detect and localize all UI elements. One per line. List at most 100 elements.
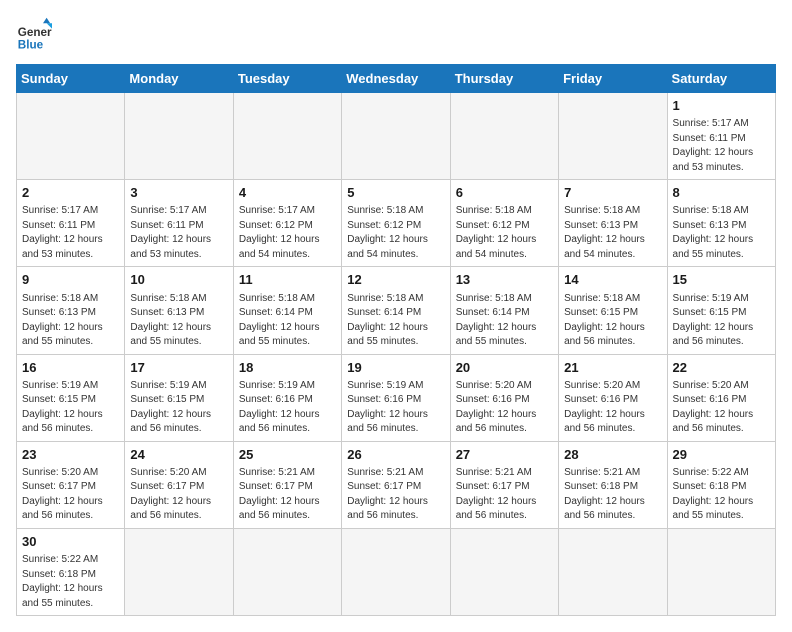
day-number: 1: [673, 97, 770, 115]
day-info: Sunrise: 5:19 AMSunset: 6:15 PMDaylight:…: [130, 379, 227, 437]
day-of-week-header: Monday: [125, 65, 233, 93]
calendar-day-cell: 1 Sunrise: 5:17 AMSunset: 6:11 PMDaylight…: [667, 93, 775, 180]
day-number: 14: [564, 271, 661, 289]
day-info: Sunrise: 5:22 AMSunset: 6:18 PMDaylight:…: [22, 553, 119, 611]
day-info: Sunrise: 5:21 AMSunset: 6:17 PMDaylight:…: [347, 466, 444, 524]
calendar-day-cell: 17 Sunrise: 5:19 AMSunset: 6:15 PMDayligh…: [125, 354, 233, 441]
calendar-day-cell: 11Sunrise: 5:18 AMSunset: 6:14 PMDayligh…: [233, 267, 341, 354]
calendar-week-row: 9 Sunrise: 5:18 AMSunset: 6:13 PMDaylight…: [17, 267, 776, 354]
day-info: Sunrise: 5:18 AMSunset: 6:15 PMDaylight:…: [564, 292, 661, 350]
svg-text:Blue: Blue: [18, 38, 44, 51]
day-info: Sunrise: 5:19 AMSunset: 6:15 PMDaylight:…: [673, 292, 770, 350]
day-of-week-header: Sunday: [17, 65, 125, 93]
calendar-day-cell: [342, 93, 450, 180]
day-of-week-header: Tuesday: [233, 65, 341, 93]
calendar-day-cell: 30 Sunrise: 5:22 AMSunset: 6:18 PMDayligh…: [17, 528, 125, 615]
day-info: Sunrise: 5:20 AMSunset: 6:17 PMDaylight:…: [130, 466, 227, 524]
calendar-day-cell: [125, 93, 233, 180]
calendar-day-cell: 5 Sunrise: 5:18 AMSunset: 6:12 PMDaylight…: [342, 180, 450, 267]
day-info: Sunrise: 5:20 AMSunset: 6:16 PMDaylight:…: [564, 379, 661, 437]
day-number: 8: [673, 184, 770, 202]
day-number: 27: [456, 446, 553, 464]
day-number: 18: [239, 359, 336, 377]
day-number: 5: [347, 184, 444, 202]
calendar-week-row: 2Sunrise: 5:17 AMSunset: 6:11 PMDaylight…: [17, 180, 776, 267]
calendar-day-cell: [559, 93, 667, 180]
day-info: Sunrise: 5:18 AMSunset: 6:13 PMDaylight:…: [22, 292, 119, 350]
calendar-day-cell: 29 Sunrise: 5:22 AMSunset: 6:18 PMDayligh…: [667, 441, 775, 528]
day-number: 24: [130, 446, 227, 464]
calendar-day-cell: [667, 528, 775, 615]
day-info: Sunrise: 5:19 AMSunset: 6:16 PMDaylight:…: [239, 379, 336, 437]
day-info: Sunrise: 5:18 AMSunset: 6:12 PMDaylight:…: [456, 204, 553, 262]
day-info: Sunrise: 5:18 AMSunset: 6:13 PMDaylight:…: [564, 204, 661, 262]
day-number: 10: [130, 271, 227, 289]
calendar-day-cell: 6Sunrise: 5:18 AMSunset: 6:12 PMDaylight…: [450, 180, 558, 267]
day-number: 29: [673, 446, 770, 464]
day-number: 23: [22, 446, 119, 464]
day-info: Sunrise: 5:18 AMSunset: 6:13 PMDaylight:…: [673, 204, 770, 262]
calendar-day-cell: 24 Sunrise: 5:20 AMSunset: 6:17 PMDayligh…: [125, 441, 233, 528]
logo: General Blue: [16, 16, 52, 52]
calendar-day-cell: 20 Sunrise: 5:20 AMSunset: 6:16 PMDayligh…: [450, 354, 558, 441]
day-info: Sunrise: 5:18 AMSunset: 6:14 PMDaylight:…: [456, 292, 553, 350]
day-number: 28: [564, 446, 661, 464]
day-info: Sunrise: 5:19 AMSunset: 6:15 PMDaylight:…: [22, 379, 119, 437]
day-info: Sunrise: 5:17 AMSunset: 6:12 PMDaylight:…: [239, 204, 336, 262]
calendar-day-cell: 7Sunrise: 5:18 AMSunset: 6:13 PMDaylight…: [559, 180, 667, 267]
day-info: Sunrise: 5:21 AMSunset: 6:17 PMDaylight:…: [456, 466, 553, 524]
calendar-day-cell: 28 Sunrise: 5:21 AMSunset: 6:18 PMDayligh…: [559, 441, 667, 528]
day-number: 12: [347, 271, 444, 289]
calendar-day-cell: 10 Sunrise: 5:18 AMSunset: 6:13 PMDayligh…: [125, 267, 233, 354]
day-info: Sunrise: 5:17 AMSunset: 6:11 PMDaylight:…: [673, 117, 770, 175]
calendar-day-cell: 8 Sunrise: 5:18 AMSunset: 6:13 PMDaylight…: [667, 180, 775, 267]
day-number: 15: [673, 271, 770, 289]
day-info: Sunrise: 5:22 AMSunset: 6:18 PMDaylight:…: [673, 466, 770, 524]
day-number: 9: [22, 271, 119, 289]
calendar-day-cell: 21 Sunrise: 5:20 AMSunset: 6:16 PMDayligh…: [559, 354, 667, 441]
day-number: 21: [564, 359, 661, 377]
day-info: Sunrise: 5:18 AMSunset: 6:12 PMDaylight:…: [347, 204, 444, 262]
day-number: 17: [130, 359, 227, 377]
calendar-day-cell: 19Sunrise: 5:19 AMSunset: 6:16 PMDayligh…: [342, 354, 450, 441]
page-header: General Blue: [16, 16, 776, 52]
day-number: 30: [22, 533, 119, 551]
day-info: Sunrise: 5:18 AMSunset: 6:13 PMDaylight:…: [130, 292, 227, 350]
calendar-day-cell: 13 Sunrise: 5:18 AMSunset: 6:14 PMDayligh…: [450, 267, 558, 354]
calendar-day-cell: 27 Sunrise: 5:21 AMSunset: 6:17 PMDayligh…: [450, 441, 558, 528]
day-info: Sunrise: 5:20 AMSunset: 6:16 PMDaylight:…: [456, 379, 553, 437]
day-of-week-header: Thursday: [450, 65, 558, 93]
calendar-day-cell: 4 Sunrise: 5:17 AMSunset: 6:12 PMDaylight…: [233, 180, 341, 267]
calendar-day-cell: 15 Sunrise: 5:19 AMSunset: 6:15 PMDayligh…: [667, 267, 775, 354]
calendar-day-cell: 2Sunrise: 5:17 AMSunset: 6:11 PMDaylight…: [17, 180, 125, 267]
day-number: 26: [347, 446, 444, 464]
calendar-day-cell: 9 Sunrise: 5:18 AMSunset: 6:13 PMDaylight…: [17, 267, 125, 354]
day-info: Sunrise: 5:20 AMSunset: 6:17 PMDaylight:…: [22, 466, 119, 524]
calendar-day-cell: 16Sunrise: 5:19 AMSunset: 6:15 PMDayligh…: [17, 354, 125, 441]
calendar-day-cell: [342, 528, 450, 615]
calendar-day-cell: [233, 528, 341, 615]
day-info: Sunrise: 5:21 AMSunset: 6:18 PMDaylight:…: [564, 466, 661, 524]
calendar-day-cell: 23 Sunrise: 5:20 AMSunset: 6:17 PMDayligh…: [17, 441, 125, 528]
day-number: 4: [239, 184, 336, 202]
calendar-day-cell: [450, 93, 558, 180]
calendar-table: SundayMondayTuesdayWednesdayThursdayFrid…: [16, 64, 776, 616]
generalblue-logo-icon: General Blue: [16, 16, 52, 52]
calendar-week-row: 30 Sunrise: 5:22 AMSunset: 6:18 PMDayligh…: [17, 528, 776, 615]
day-of-week-header: Saturday: [667, 65, 775, 93]
day-info: Sunrise: 5:17 AMSunset: 6:11 PMDaylight:…: [130, 204, 227, 262]
calendar-day-cell: [559, 528, 667, 615]
day-number: 13: [456, 271, 553, 289]
day-number: 22: [673, 359, 770, 377]
calendar-week-row: 16Sunrise: 5:19 AMSunset: 6:15 PMDayligh…: [17, 354, 776, 441]
calendar-day-cell: [125, 528, 233, 615]
day-number: 20: [456, 359, 553, 377]
calendar-week-row: 1 Sunrise: 5:17 AMSunset: 6:11 PMDaylight…: [17, 93, 776, 180]
calendar-day-cell: 25Sunrise: 5:21 AMSunset: 6:17 PMDayligh…: [233, 441, 341, 528]
calendar-day-cell: 22Sunrise: 5:20 AMSunset: 6:16 PMDayligh…: [667, 354, 775, 441]
day-info: Sunrise: 5:17 AMSunset: 6:11 PMDaylight:…: [22, 204, 119, 262]
calendar-day-cell: 18 Sunrise: 5:19 AMSunset: 6:16 PMDayligh…: [233, 354, 341, 441]
calendar-header-row: SundayMondayTuesdayWednesdayThursdayFrid…: [17, 65, 776, 93]
calendar-day-cell: [17, 93, 125, 180]
day-number: 25: [239, 446, 336, 464]
